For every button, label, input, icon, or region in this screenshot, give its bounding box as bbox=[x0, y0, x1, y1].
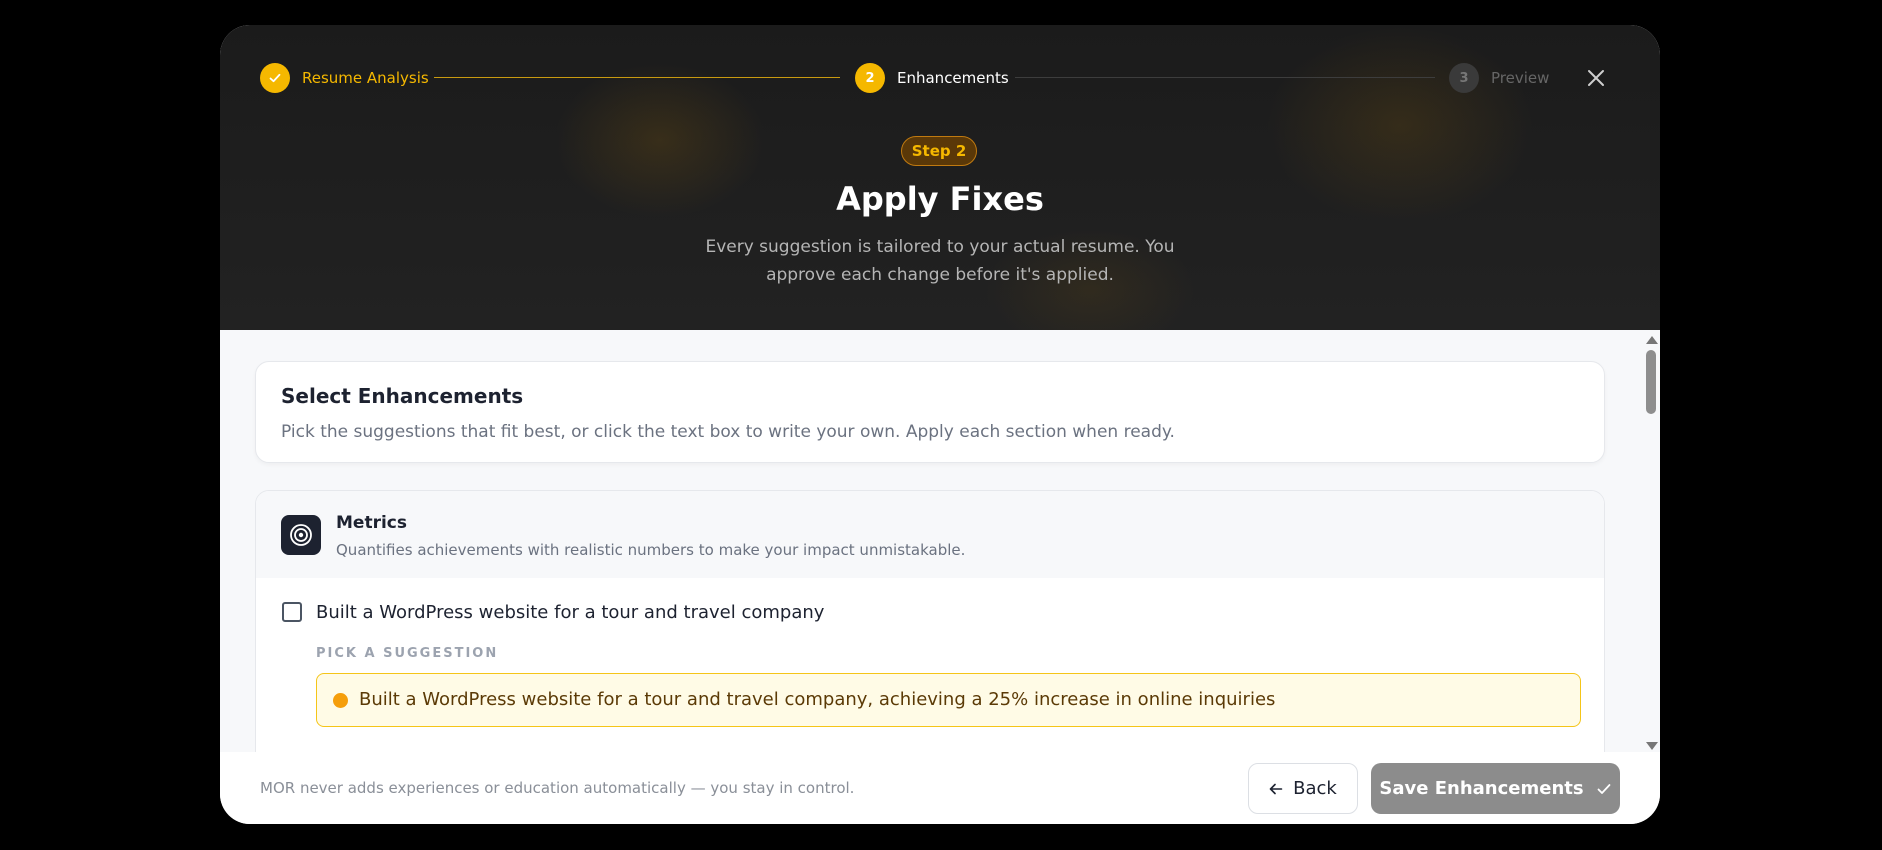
step-enhancements: 2 Enhancements bbox=[855, 63, 1009, 93]
step-connector bbox=[1015, 77, 1435, 78]
step-badge: Step 2 bbox=[901, 136, 977, 166]
modal-footer: MOR never adds experiences or education … bbox=[220, 752, 1660, 824]
step-preview: 3 Preview bbox=[1449, 63, 1549, 93]
check-icon bbox=[1597, 783, 1610, 794]
scrollbar[interactable] bbox=[1642, 330, 1660, 752]
scroll-content[interactable]: Select Enhancements Pick the suggestions… bbox=[220, 330, 1660, 752]
card-title: Select Enhancements bbox=[281, 384, 524, 408]
back-button[interactable]: Back bbox=[1248, 763, 1358, 814]
select-enhancements-card: Select Enhancements Pick the suggestions… bbox=[255, 361, 1605, 463]
step-number: 3 bbox=[1449, 63, 1479, 93]
step-label: Enhancements bbox=[897, 69, 1009, 87]
section-header: Metrics Quantifies achievements with rea… bbox=[256, 491, 1604, 578]
arrow-left-icon bbox=[1269, 783, 1283, 794]
scrollbar-thumb[interactable] bbox=[1646, 350, 1656, 414]
step-label: Resume Analysis bbox=[302, 69, 429, 87]
step-connector bbox=[434, 77, 840, 78]
footer-note: MOR never adds experiences or education … bbox=[260, 779, 855, 797]
enhancement-modal: Resume Analysis 2 Enhancements 3 Preview… bbox=[220, 25, 1660, 824]
original-bullet[interactable]: Built a WordPress website for a tour and… bbox=[316, 602, 824, 623]
section-title: Metrics bbox=[336, 513, 407, 533]
item-checkbox[interactable] bbox=[282, 602, 302, 622]
page-subtitle: Every suggestion is tailored to your act… bbox=[705, 237, 1175, 285]
card-description: Pick the suggestions that fit best, or c… bbox=[281, 422, 1175, 442]
close-icon bbox=[1588, 70, 1604, 86]
suggestion-option[interactable]: Built a WordPress website for a tour and… bbox=[316, 673, 1581, 727]
scroll-up-arrow[interactable] bbox=[1646, 336, 1658, 344]
target-icon bbox=[281, 515, 321, 555]
suggestion-text: Built a WordPress website for a tour and… bbox=[359, 689, 1276, 710]
save-label: Save Enhancements bbox=[1379, 778, 1584, 799]
check-icon bbox=[260, 63, 290, 93]
step-label: Preview bbox=[1491, 69, 1550, 87]
modal-header: Resume Analysis 2 Enhancements 3 Preview… bbox=[220, 25, 1660, 330]
scroll-down-arrow[interactable] bbox=[1646, 742, 1658, 750]
radio-dot bbox=[333, 693, 348, 708]
step-resume-analysis: Resume Analysis bbox=[260, 63, 429, 93]
pick-suggestion-label: PICK A SUGGESTION bbox=[316, 646, 499, 661]
close-button[interactable] bbox=[1583, 65, 1609, 91]
page-title: Apply Fixes bbox=[836, 180, 1044, 218]
step-number: 2 bbox=[855, 63, 885, 93]
save-enhancements-button[interactable]: Save Enhancements bbox=[1371, 763, 1620, 814]
metrics-section: Metrics Quantifies achievements with rea… bbox=[255, 490, 1605, 752]
section-description: Quantifies achievements with realistic n… bbox=[336, 541, 966, 559]
back-label: Back bbox=[1293, 778, 1337, 799]
